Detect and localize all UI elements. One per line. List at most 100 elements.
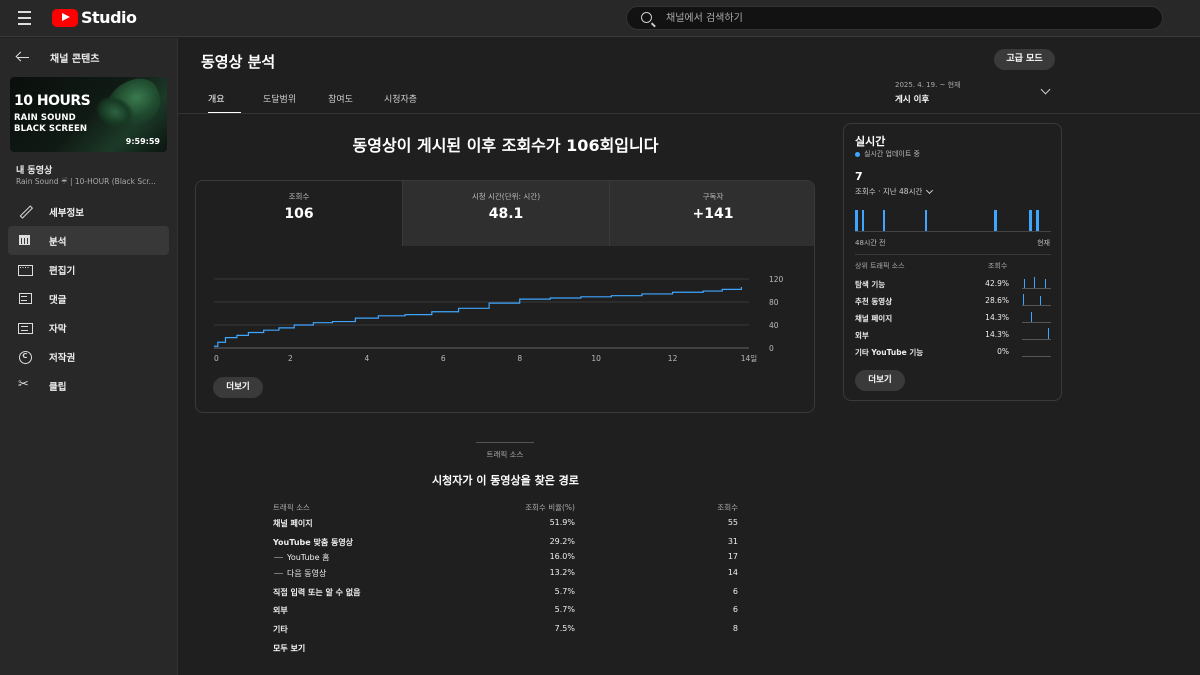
source-label: 외부 <box>855 331 869 340</box>
realtime-source-row[interactable]: 기타 YouTube 기능 0% <box>855 345 1051 361</box>
y-tick-label: 0 <box>769 344 774 353</box>
copyright-icon <box>18 350 32 364</box>
sidebar-item-label: 댓글 <box>49 294 67 306</box>
realtime-source-row[interactable]: 추천 동영상 28.6% <box>855 294 1051 310</box>
source-pct: 14.3% <box>985 330 1009 339</box>
realtime-count: 7 <box>855 170 863 183</box>
back-label: 채널 콘텐츠 <box>50 54 100 65</box>
source-pct: 42.9% <box>985 279 1009 288</box>
x-tick-label: 0 <box>214 354 219 363</box>
sidebar-item-details[interactable]: 세부정보 <box>8 197 169 226</box>
sidebar-item-copyright[interactable]: 저작권 <box>8 342 169 371</box>
search-input[interactable] <box>666 9 1146 27</box>
source-pct: 28.6% <box>985 296 1009 305</box>
advanced-mode-button[interactable]: 고급 모드 <box>994 49 1055 70</box>
traffic-source: 직접 입력 또는 알 수 없음 <box>273 588 361 597</box>
my-video-label: 내 동영상 <box>16 166 53 176</box>
top-bar: Studio <box>0 0 1200 37</box>
traffic-pct: 29.2% <box>549 537 575 546</box>
table-row[interactable]: YouTube 맞춤 동영상 29.2% 31 <box>273 537 738 552</box>
sidebar-item-editor[interactable]: 편집기 <box>8 255 169 284</box>
realtime-title: 실시간 <box>855 135 886 148</box>
traffic-source: YouTube 맞춤 동영상 <box>273 538 354 547</box>
sidebar-item-clips[interactable]: 클립 <box>8 371 169 400</box>
traffic-views: 31 <box>727 537 738 546</box>
x-tick-label: 6 <box>441 354 446 363</box>
x-tick-label: 10 <box>591 354 601 363</box>
tab-audience[interactable]: 시청자층 <box>384 86 417 114</box>
menu-icon[interactable] <box>14 11 36 25</box>
traffic-title: 시청자가 이 동영상을 찾은 경로 <box>432 474 579 487</box>
traffic-pct: 7.5% <box>554 624 575 633</box>
scissors-icon <box>18 378 32 392</box>
realtime-live-indicator: 실시간 업데이트 중 <box>855 149 920 159</box>
traffic-source-tab[interactable]: 트래픽 소스 <box>476 442 534 460</box>
source-label: 추천 동영상 <box>855 297 893 306</box>
source-label: 탐색 기능 <box>855 280 886 289</box>
search-bar[interactable] <box>626 6 1163 30</box>
source-label: 채널 페이지 <box>855 314 893 323</box>
x-tick-label: 4 <box>364 354 369 363</box>
back-to-channel-content[interactable]: 채널 콘텐츠 <box>16 50 99 65</box>
realtime-table-header-views: 조회수 <box>988 262 1008 270</box>
realtime-card: 실시간 실시간 업데이트 중 7 조회수 · 지난 48시간 48시간 전 현재… <box>843 123 1062 401</box>
realtime-metric-selector[interactable]: 조회수 · 지난 48시간 <box>855 186 934 197</box>
y-tick-label: 80 <box>769 298 779 307</box>
studio-logo[interactable]: Studio <box>52 8 137 27</box>
series-line <box>214 287 742 347</box>
table-row[interactable]: YouTube 홈 16.0% 17 <box>273 552 738 567</box>
realtime-source-row[interactable]: 탐색 기능 42.9% <box>855 277 1051 293</box>
video-thumbnail[interactable]: 10 HOURS RAIN SOUND BLACK SCREEN 9:59:59 <box>10 77 167 152</box>
tab-overview[interactable]: 개요 <box>208 86 241 114</box>
realtime-bar <box>1029 210 1032 231</box>
traffic-views: 6 <box>732 605 738 614</box>
traffic-pct: 5.7% <box>554 587 575 596</box>
source-label: 기타 YouTube 기능 <box>855 348 924 357</box>
traffic-views: 8 <box>732 624 738 633</box>
overview-more-button[interactable]: 더보기 <box>213 377 263 398</box>
table-row[interactable]: 직접 입력 또는 알 수 없음 5.7% 6 <box>273 587 738 602</box>
traffic-header-pct: 조회수 비율(%) <box>525 503 575 512</box>
table-row[interactable]: 다음 동영상 13.2% 14 <box>273 568 738 583</box>
see-all-link[interactable]: 모두 보기 <box>273 643 305 654</box>
traffic-source: 채널 페이지 <box>273 519 313 528</box>
thumbnail-line2: BLACK SCREEN <box>14 124 88 134</box>
sidebar-item-subtitles[interactable]: 자막 <box>8 313 169 342</box>
table-row[interactable]: 기타 7.5% 8 <box>273 624 738 639</box>
sidebar-item-label: 분석 <box>49 236 67 248</box>
sidebar-item-label: 저작권 <box>49 352 76 364</box>
pencil-icon <box>18 205 32 218</box>
date-range-selector[interactable]: 2025. 4. 19. ~ 현재 게시 이후 <box>895 80 1055 106</box>
realtime-bar <box>924 210 928 231</box>
sidebar: 채널 콘텐츠 10 HOURS RAIN SOUND BLACK SCREEN … <box>0 38 178 675</box>
date-range-dates: 2025. 4. 19. ~ 현재 <box>895 81 961 89</box>
traffic-source: YouTube 홈 <box>273 553 330 562</box>
realtime-more-button[interactable]: 더보기 <box>855 370 905 391</box>
x-tick-label: 8 <box>517 354 522 363</box>
editor-icon <box>18 263 33 276</box>
table-row[interactable]: 외부 5.7% 6 <box>273 605 738 620</box>
sidebar-item-label: 자막 <box>49 323 67 335</box>
realtime-source-row[interactable]: 외부 14.3% <box>855 328 1051 344</box>
tab-engagement[interactable]: 참여도 <box>328 86 353 114</box>
traffic-views: 17 <box>727 552 738 561</box>
traffic-pct: 16.0% <box>549 552 575 561</box>
y-tick-label: 40 <box>769 321 779 330</box>
divider <box>855 254 1051 255</box>
live-dot-icon <box>855 151 860 157</box>
search-icon <box>641 12 652 23</box>
comments-icon <box>18 292 32 305</box>
sidebar-item-label: 클립 <box>49 381 67 393</box>
video-duration: 9:59:59 <box>125 137 160 146</box>
sidebar-item-comments[interactable]: 댓글 <box>8 284 169 313</box>
back-arrow-icon <box>16 52 30 64</box>
traffic-pct: 5.7% <box>554 605 575 614</box>
traffic-source: 외부 <box>273 606 288 615</box>
realtime-axis-start: 48시간 전 <box>855 239 886 247</box>
tab-reach[interactable]: 도달범위 <box>263 86 296 114</box>
table-row[interactable]: 채널 페이지 51.9% 55 <box>273 518 738 533</box>
analytics-tabs: 개요 도달범위 참여도 시청자층 <box>201 86 417 114</box>
sidebar-item-analytics[interactable]: 분석 <box>8 226 169 255</box>
realtime-source-row[interactable]: 채널 페이지 14.3% <box>855 311 1051 327</box>
source-sparkline <box>1022 277 1051 289</box>
